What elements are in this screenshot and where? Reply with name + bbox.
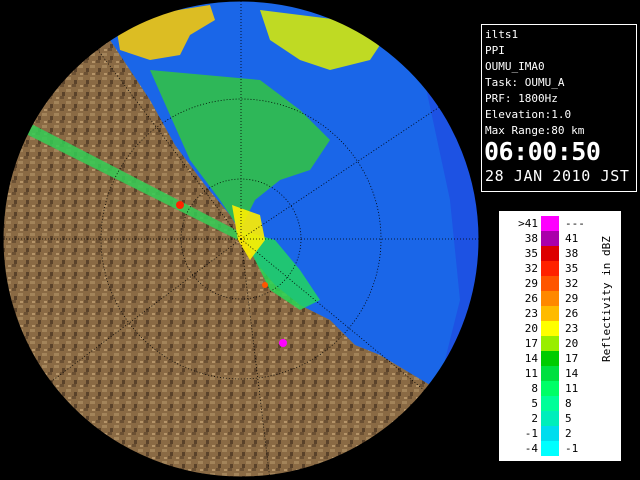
legend-high-value: --- (565, 217, 585, 230)
legend-swatch (541, 441, 559, 456)
legend-high-value: 5 (565, 412, 572, 425)
legend-high-value: 8 (565, 397, 572, 410)
legend-low-value: -1 (524, 427, 538, 440)
time-label: 06:00:50 (484, 137, 601, 166)
legend-low-value: >41 (518, 217, 538, 230)
legend-low-value: 29 (524, 277, 538, 290)
legend-high-value: 11 (565, 382, 579, 395)
legend-unit-label: Reflectivity in dBZ (600, 236, 613, 362)
echo-red-cell (279, 339, 287, 347)
legend-swatch (541, 336, 559, 351)
legend-swatch (541, 396, 559, 411)
legend-high-value: 41 (565, 232, 579, 245)
legend-swatch (541, 306, 559, 321)
legend-swatch (541, 351, 559, 366)
product-label: PPI (485, 44, 505, 57)
legend-swatch (541, 426, 559, 441)
info-panel: ilts1 PPI OUMU_IMA0 Task: OUMU_A PRF: 18… (481, 24, 637, 192)
legend-low-value: 5 (531, 397, 538, 410)
legend-high-value: 17 (565, 352, 579, 365)
legend-swatch (541, 246, 559, 261)
legend-low-value: 26 (524, 292, 538, 305)
color-legend: >41 --- 38 41 35 38 32 35 29 32 26 29 23 26 20 23 17 20 14… (499, 211, 621, 461)
legend-high-value: -1 (565, 442, 579, 455)
legend-swatch (541, 321, 559, 336)
legend-row: 25 (500, 411, 620, 426)
elevation-label: Elevation:1.0 (485, 108, 572, 121)
legend-high-value: 29 (565, 292, 579, 305)
legend-low-value: 2 (531, 412, 538, 425)
legend-swatch (541, 276, 559, 291)
legend-high-value: 23 (565, 322, 579, 335)
prf-label: PRF: 1800Hz (485, 92, 558, 105)
legend-low-value: 20 (524, 322, 538, 335)
legend-swatch (541, 261, 559, 276)
station-label: ilts1 (485, 28, 519, 41)
legend-low-value: 11 (524, 367, 538, 380)
legend-high-value: 26 (565, 307, 579, 320)
legend-swatch (541, 231, 559, 246)
legend-row: 11 14 (500, 366, 620, 381)
legend-swatch (541, 216, 559, 231)
legend-row: -4 -1 (500, 441, 620, 456)
legend-swatch (541, 366, 559, 381)
legend-low-value: 38 (524, 232, 538, 245)
legend-high-value: 38 (565, 247, 579, 260)
legend-low-value: 32 (524, 262, 538, 275)
legend-swatch (541, 291, 559, 306)
echo-red-cell (262, 282, 268, 288)
radar-map (0, 0, 480, 480)
legend-high-value: 32 (565, 277, 579, 290)
legend-swatch (541, 381, 559, 396)
legend-swatch (541, 411, 559, 426)
legend-row: -1 2 (500, 426, 620, 441)
legend-high-value: 20 (565, 337, 579, 350)
date-label: 28 JAN 2010 JST (485, 167, 630, 185)
task-label: Task: OUMU_A (485, 76, 565, 89)
max-range-label: Max Range:80 km (485, 124, 585, 137)
legend-row: 58 (500, 396, 620, 411)
legend-low-value: 23 (524, 307, 538, 320)
legend-high-value: 14 (565, 367, 579, 380)
legend-high-value: 35 (565, 262, 579, 275)
legend-low-value: 17 (524, 337, 538, 350)
legend-high-value: 2 (565, 427, 572, 440)
legend-low-value: -4 (524, 442, 538, 455)
legend-low-value: 14 (524, 352, 538, 365)
legend-low-value: 35 (524, 247, 538, 260)
site-label: OUMU_IMA0 (485, 60, 545, 73)
legend-row: 8 11 (500, 381, 620, 396)
legend-row: >41 --- (500, 216, 620, 231)
echo-red-cell (176, 201, 184, 209)
legend-low-value: 8 (531, 382, 538, 395)
